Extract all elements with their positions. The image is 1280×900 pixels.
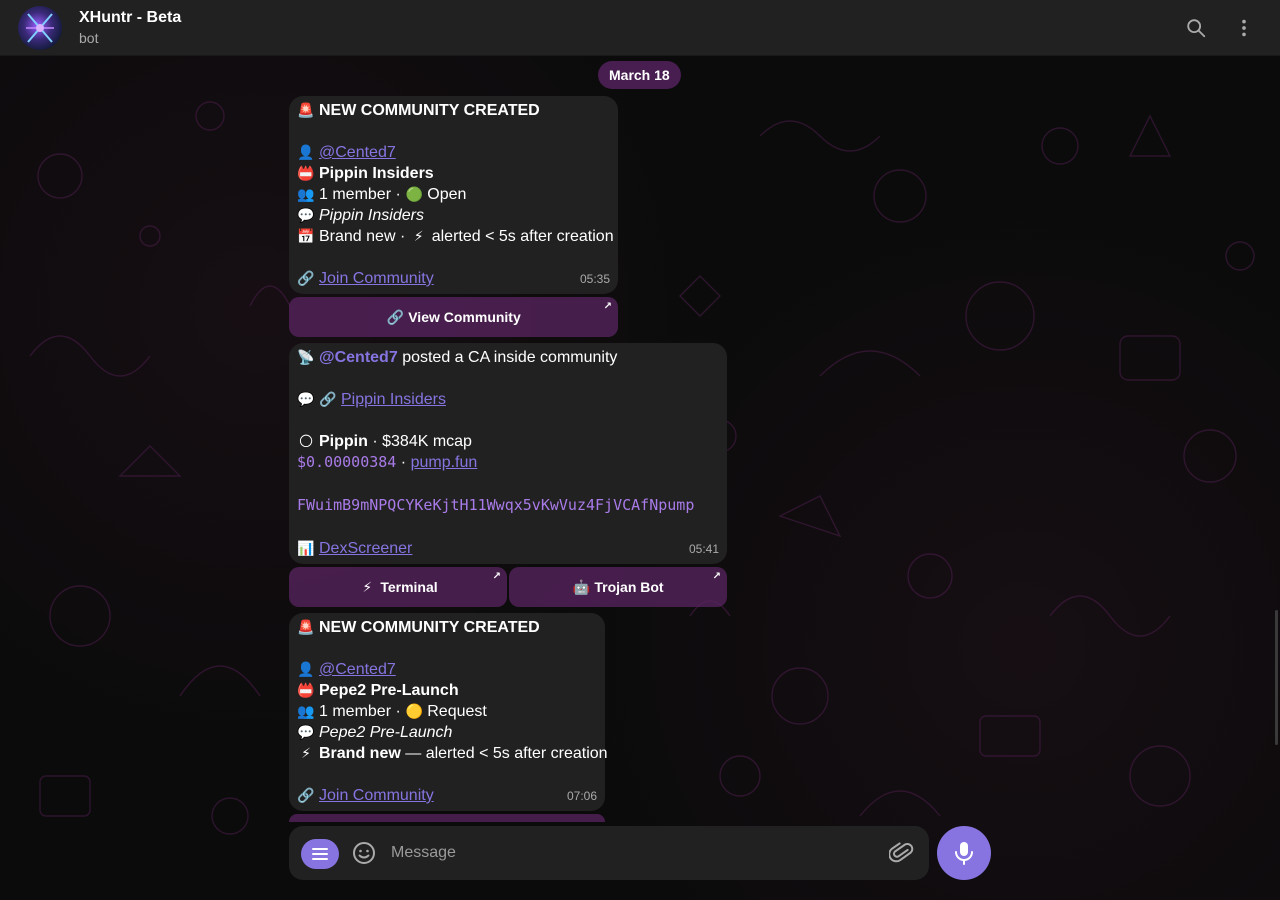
chart-icon: 📊 bbox=[297, 540, 315, 556]
description-line: 💬 Pepe2 Pre-Launch bbox=[297, 724, 453, 741]
smile-icon bbox=[353, 842, 375, 864]
chat-header: XHuntr - Beta bot bbox=[0, 0, 1280, 56]
link-icon: 🔗 bbox=[319, 391, 337, 407]
emoji-button[interactable] bbox=[351, 840, 377, 866]
calendar-icon: 📅 bbox=[297, 228, 315, 244]
message-composer bbox=[289, 826, 929, 880]
message-time: 05:35 bbox=[579, 272, 610, 286]
message-heading: 🚨 NEW COMMUNITY CREATED bbox=[297, 619, 540, 636]
message-heading: 🚨 NEW COMMUNITY CREATED bbox=[297, 102, 540, 119]
members-line: 👥 1 member · 🟢 Open bbox=[297, 186, 467, 203]
lightning-icon: ⚡ bbox=[301, 745, 311, 761]
members-line: 👥 1 member · 🟡 Request bbox=[297, 703, 487, 720]
community-name-line: 📛 Pepe2 Pre-Launch bbox=[297, 682, 459, 699]
paperclip-icon bbox=[888, 842, 914, 863]
message-time: 05:41 bbox=[688, 542, 719, 556]
age-line: ⚡ Brand new — alerted < 5s after creation bbox=[297, 743, 608, 764]
token-line: 🌕 Pippin · $384K mcap bbox=[298, 433, 472, 450]
join-community-link[interactable]: Join Community bbox=[319, 787, 434, 804]
view-community-button[interactable]: 🔗 View Community ↗ bbox=[289, 297, 618, 337]
lightning-icon: ⚡ bbox=[362, 578, 373, 595]
lightning-icon: ⚡ bbox=[413, 228, 424, 244]
siren-icon: 🚨 bbox=[297, 102, 315, 118]
trojan-bot-button[interactable]: 🤖 Trojan Bot ↗ bbox=[509, 567, 727, 607]
message-user-line: 👤 @Cented7 bbox=[297, 659, 597, 680]
date-separator: March 18 bbox=[598, 61, 681, 89]
voice-record-button[interactable] bbox=[937, 826, 991, 880]
link-icon: 🔗 bbox=[386, 308, 404, 325]
avatar[interactable] bbox=[18, 6, 62, 50]
message-bubble: 📡 @Cented7 posted a CA inside community 💬… bbox=[289, 343, 727, 564]
bot-menu-button[interactable] bbox=[301, 839, 339, 869]
search-button[interactable] bbox=[1180, 12, 1212, 44]
speech-bubble-icon: 💬 bbox=[297, 207, 315, 223]
community-link[interactable]: Pippin Insiders bbox=[341, 391, 446, 408]
status-green-icon: 🟢 bbox=[405, 186, 423, 202]
members-icon: 👥 bbox=[297, 186, 315, 202]
contract-address-line: FWuimB9mNPQCYKeKjtH11Wwqx5vKwVuz4FjVCAfN… bbox=[297, 495, 719, 517]
user-mention-link[interactable]: @Cented7 bbox=[319, 661, 396, 678]
message-time: 07:06 bbox=[566, 789, 597, 803]
description-line: 💬 Pippin Insiders bbox=[297, 207, 424, 224]
chat-title[interactable]: XHuntr - Beta bbox=[79, 9, 181, 27]
members-icon: 👥 bbox=[297, 703, 315, 719]
microphone-icon bbox=[955, 842, 973, 865]
link-icon: 🔗 bbox=[297, 787, 315, 803]
join-line: 🔗 Join Community bbox=[297, 268, 610, 289]
contract-address[interactable]: FWuimB9mNPQCYKeKjtH11Wwqx5vKwVuz4FjVCAfN… bbox=[297, 496, 694, 514]
speech-bubble-icon: 💬 bbox=[297, 391, 315, 407]
terminal-button[interactable]: ⚡ Terminal ↗ bbox=[289, 567, 507, 607]
user-mention-link[interactable]: @Cented7 bbox=[319, 144, 396, 161]
message-input[interactable] bbox=[391, 840, 871, 866]
external-arrow-icon: ↗ bbox=[603, 301, 612, 312]
age-line: 📅 Brand new · ⚡ alerted < 5s after creatio… bbox=[297, 228, 614, 245]
inline-button-partial[interactable] bbox=[289, 814, 605, 822]
user-icon: 👤 bbox=[297, 661, 315, 677]
scrollbar[interactable] bbox=[1275, 610, 1278, 745]
menu-icon bbox=[312, 848, 328, 860]
more-vertical-icon bbox=[1242, 19, 1246, 37]
speech-bubble-icon: 💬 bbox=[297, 724, 315, 740]
token-price[interactable]: $0.00000384 bbox=[297, 453, 396, 471]
more-button[interactable] bbox=[1228, 12, 1260, 44]
join-community-link[interactable]: Join Community bbox=[319, 270, 434, 287]
search-icon bbox=[1187, 19, 1206, 38]
moon-icon: 🌕 bbox=[298, 433, 314, 449]
user-mention[interactable]: @Cented7 bbox=[319, 349, 398, 366]
robot-icon: 🤖 bbox=[572, 578, 591, 595]
price-line: $0.00000384 · pump.fun bbox=[297, 453, 478, 471]
link-icon: 🔗 bbox=[297, 270, 315, 286]
name-badge-icon: 📛 bbox=[297, 165, 315, 181]
dexscreener-line: 📊 DexScreener bbox=[297, 538, 719, 559]
name-badge-icon: 📛 bbox=[297, 682, 315, 698]
siren-icon: 🚨 bbox=[297, 619, 315, 635]
message-user-line: 👤 @Cented7 bbox=[297, 142, 610, 163]
chat-subtitle: bot bbox=[79, 30, 99, 46]
external-arrow-icon: ↗ bbox=[492, 571, 501, 582]
community-link-line: 💬 🔗 Pippin Insiders bbox=[297, 389, 719, 410]
message-bubble: 🚨 NEW COMMUNITY CREATED 👤 @Cented7 📛 Pippin… bbox=[289, 96, 618, 294]
external-arrow-icon: ↗ bbox=[712, 571, 721, 582]
platform-link[interactable]: pump.fun bbox=[411, 454, 478, 471]
community-name-line: 📛 Pippin Insiders bbox=[297, 165, 434, 182]
dexscreener-link[interactable]: DexScreener bbox=[319, 540, 412, 557]
status-yellow-icon: 🟡 bbox=[405, 703, 423, 719]
bot-logo-icon bbox=[26, 13, 54, 43]
attach-button[interactable] bbox=[888, 840, 915, 866]
satellite-icon: 📡 bbox=[297, 349, 315, 365]
user-icon: 👤 bbox=[297, 144, 315, 160]
message-heading: 📡 @Cented7 posted a CA inside community bbox=[297, 349, 618, 366]
join-line: 🔗 Join Community bbox=[297, 785, 597, 806]
message-bubble: 🚨 NEW COMMUNITY CREATED 👤 @Cented7 📛 Pepe2 … bbox=[289, 613, 608, 811]
